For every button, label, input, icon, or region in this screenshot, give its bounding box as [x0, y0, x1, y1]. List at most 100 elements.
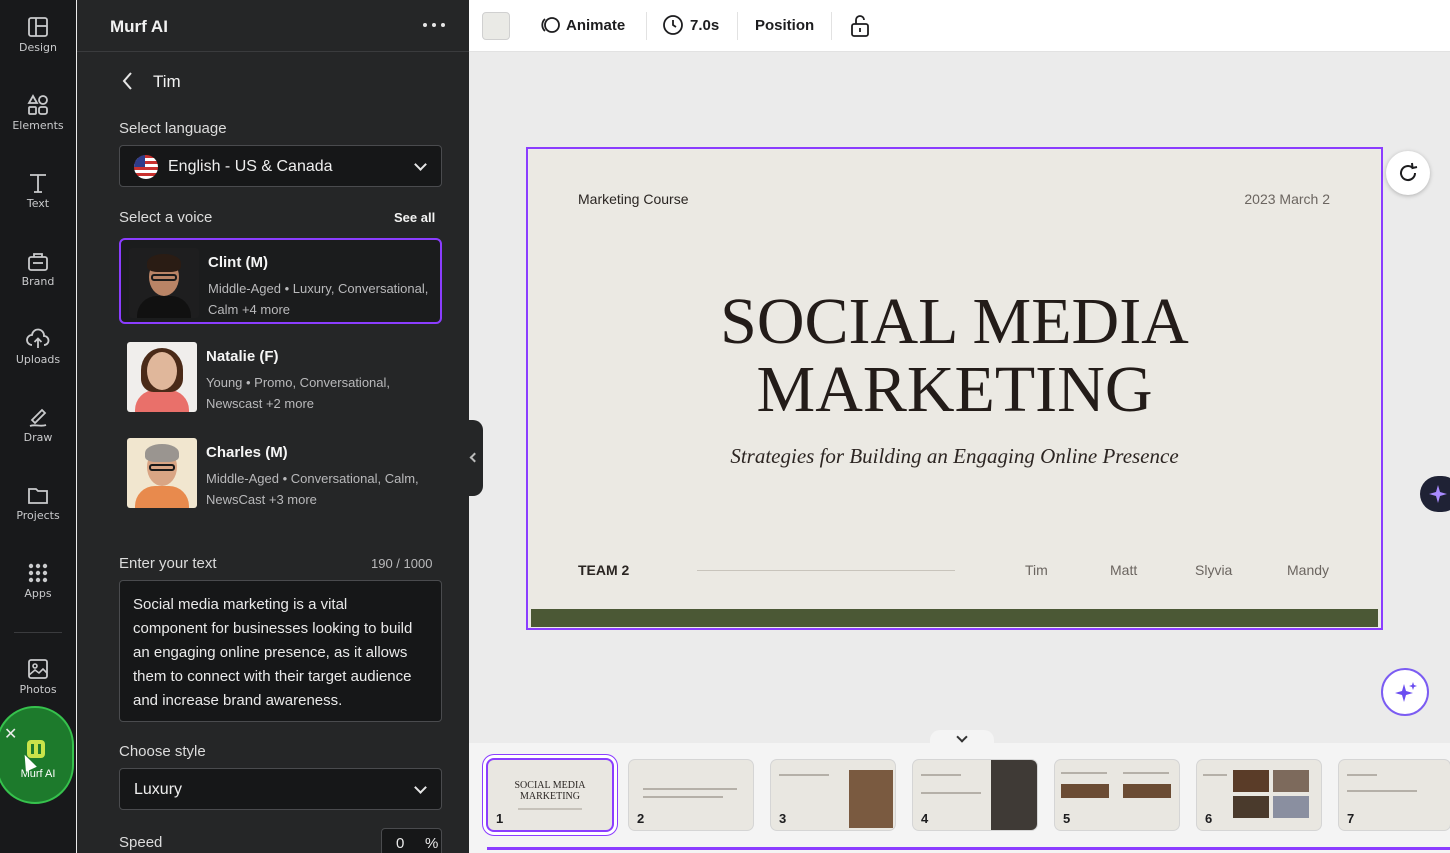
duration-button[interactable]: 7.0s [662, 14, 724, 38]
style-select[interactable]: Luxury [119, 768, 442, 810]
speed-label: Speed [119, 834, 163, 851]
back-button[interactable] [119, 70, 137, 92]
chevron-down-icon[interactable] [930, 730, 994, 746]
chevron-left-icon [122, 72, 132, 90]
rotate-button[interactable] [1386, 151, 1430, 195]
language-label: Select language [119, 120, 227, 137]
voice-name: Natalie (F) [206, 348, 279, 365]
cloud-upload-icon [26, 328, 50, 348]
character-counter: 190 / 1000 [371, 556, 433, 571]
page-number: 2 [637, 811, 645, 826]
panel-header: Murf AI [77, 0, 469, 52]
speed-input[interactable]: 0 % [381, 828, 442, 853]
animate-button[interactable]: Animate [539, 14, 631, 38]
position-label: Position [755, 17, 815, 34]
voice-description: Middle-Aged • Luxury, Conversational, Ca… [208, 281, 429, 317]
image-icon [28, 659, 48, 679]
text-icon [30, 174, 46, 193]
text-label: Enter your text [119, 555, 217, 572]
page-thumbnail-6[interactable]: 6 [1197, 760, 1321, 830]
toolbar-divider [831, 12, 832, 40]
speed-value: 0 [396, 835, 405, 852]
shapes-icon [27, 94, 48, 115]
rail-item-apps[interactable]: Apps [0, 562, 76, 632]
rail-item-uploads[interactable]: Uploads [0, 328, 76, 398]
page-thumbnail-4[interactable]: 4 [913, 760, 1037, 830]
layout-icon [28, 17, 48, 37]
page-number: 7 [1347, 811, 1355, 826]
background-color-swatch[interactable] [482, 12, 510, 40]
refresh-icon [1400, 162, 1418, 182]
page-thumbnail-5[interactable]: 5 [1055, 760, 1179, 830]
us-flag-icon [134, 155, 158, 179]
rail-item-text[interactable]: Text [0, 172, 76, 242]
language-value: English - US & Canada [168, 158, 333, 175]
top-toolbar: Animate 7.0s Position [469, 0, 1450, 52]
folder-icon [28, 488, 48, 504]
current-voice-name: Tim [153, 72, 181, 91]
selection-border [526, 147, 1383, 630]
page-number: 6 [1205, 811, 1213, 826]
page-thumbnail-1[interactable]: SOCIAL MEDIA MARKETING 1 [488, 760, 612, 830]
page-number: 3 [779, 811, 787, 826]
rail-item-elements[interactable]: Elements [0, 94, 76, 164]
voice-description: Middle-Aged • Conversational, Calm, News… [206, 471, 419, 507]
voice-label: Select a voice [119, 209, 213, 226]
more-options-button[interactable] [421, 14, 447, 36]
voice-card-natalie[interactable]: Natalie (F) Young • Promo, Conversationa… [119, 334, 442, 420]
apps-grid-icon [28, 563, 48, 583]
close-icon[interactable]: ✕ [4, 724, 17, 744]
rail-label-design: Design [19, 41, 57, 54]
page-thumbnail-3[interactable]: 3 [771, 760, 895, 830]
chevron-down-icon [414, 781, 427, 794]
position-button[interactable]: Position [755, 14, 819, 38]
toolbar-divider [737, 12, 738, 40]
avatar [129, 248, 199, 318]
rail-label-apps: Apps [24, 587, 52, 600]
brand-icon [28, 253, 48, 271]
clock-icon [663, 15, 683, 35]
voice-name: Clint (M) [208, 254, 268, 271]
page-number: 5 [1063, 811, 1071, 826]
rail-divider [14, 632, 62, 633]
magic-side-tab[interactable] [1420, 476, 1450, 512]
rail-item-brand[interactable]: Brand [0, 250, 76, 320]
toolbar-divider [646, 12, 647, 40]
language-select[interactable]: English - US & Canada [119, 145, 442, 187]
avatar [127, 342, 197, 412]
rail-label-draw: Draw [23, 431, 53, 444]
voice-card-clint[interactable]: Clint (M) Middle-Aged • Luxury, Conversa… [119, 238, 442, 324]
magic-assistant-button[interactable] [1381, 668, 1429, 716]
style-label: Choose style [119, 743, 206, 760]
rail-item-draw[interactable]: Draw [0, 406, 76, 476]
lock-button[interactable] [849, 14, 871, 38]
unlock-icon [851, 15, 869, 37]
chevron-down-icon [414, 158, 427, 171]
duration-label: 7.0s [690, 17, 720, 34]
rail-label-photos: Photos [19, 683, 57, 696]
see-all-link[interactable]: See all [394, 210, 435, 225]
sparkle-icon [1395, 682, 1417, 702]
script-text: Social media marketing is a vital compon… [133, 596, 413, 709]
rail-label-murf-ai: Murf AI [20, 768, 56, 780]
panel-title: Murf AI [110, 17, 168, 36]
thumbnail-title: SOCIAL MEDIA MARKETING [514, 780, 586, 802]
timeline-progress [487, 847, 1450, 850]
rail-item-projects[interactable]: Projects [0, 484, 76, 554]
pen-icon [29, 408, 47, 427]
style-value: Luxury [134, 781, 183, 798]
animate-label: Animate [566, 17, 626, 34]
page-thumbnail-2[interactable]: 2 [629, 760, 753, 830]
rail-item-design[interactable]: Design [0, 16, 76, 86]
sparkle-icon [1429, 485, 1447, 503]
speed-unit: % [425, 835, 439, 852]
avatar [127, 438, 197, 508]
voice-description: Young • Promo, Conversational, Newscast … [206, 375, 391, 411]
script-textarea[interactable]: Social media marketing is a vital compon… [119, 580, 442, 722]
murf-panel: Murf AI Tim Select language English - US… [77, 0, 469, 853]
voice-card-charles[interactable]: Charles (M) Middle-Aged • Conversational… [119, 430, 442, 516]
animate-icon [541, 17, 560, 33]
collapse-panel-button[interactable] [469, 420, 483, 496]
page-thumbnail-7[interactable]: 7 [1339, 760, 1450, 830]
rail-label-uploads: Uploads [15, 353, 61, 366]
